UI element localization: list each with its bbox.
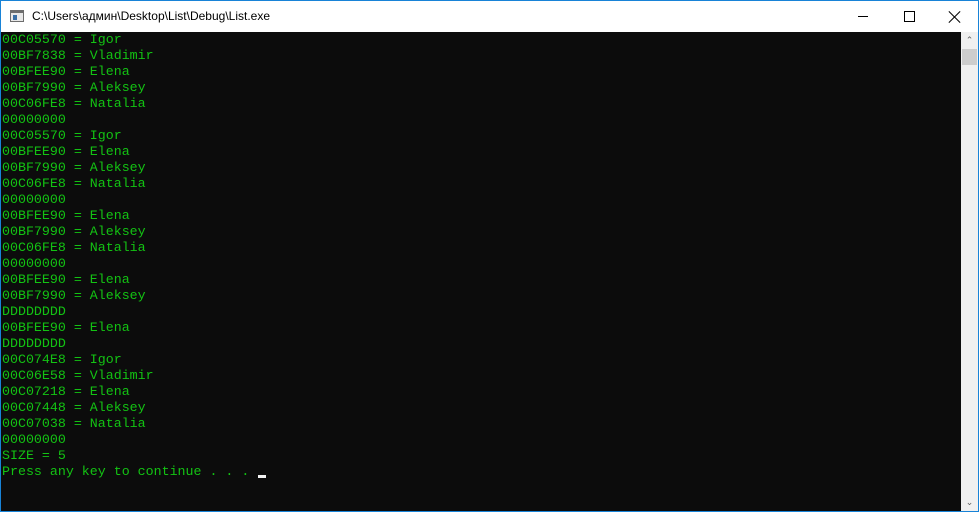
console-line: 00BF7990 = Aleksey <box>2 224 146 239</box>
minimize-icon <box>858 16 868 17</box>
text-cursor <box>258 475 267 478</box>
maximize-button[interactable] <box>886 1 932 32</box>
console-line: Press any key to continue . . . <box>1 464 961 480</box>
console-line: 00BF7838 = Vladimir <box>2 48 154 63</box>
window-title: C:\Users\админ\Desktop\List\Debug\List.e… <box>32 9 271 23</box>
close-icon <box>949 11 961 23</box>
console-line: 00C06FE8 = Natalia <box>2 240 146 255</box>
console-line: 00C05570 = Igor <box>2 32 122 47</box>
console-line: SIZE = 5 <box>2 448 66 463</box>
console-line: 00BFEE90 = Elena <box>2 320 130 335</box>
console-line: 00C07448 = Aleksey <box>2 400 146 415</box>
console-line: 00BFEE90 = Elena <box>2 64 130 79</box>
console-line: DDDDDDDD <box>2 336 66 351</box>
maximize-icon <box>903 11 915 22</box>
console-line: 00BF7990 = Aleksey <box>2 160 146 175</box>
console-line: 00C06E58 = Vladimir <box>2 368 154 383</box>
close-button[interactable] <box>932 1 978 32</box>
title-bar[interactable]: C:\Users\админ\Desktop\List\Debug\List.e… <box>1 1 978 32</box>
chevron-up-icon: ⌃ <box>965 35 974 45</box>
chevron-down-icon: ⌄ <box>965 497 974 507</box>
console-line: 00000000 <box>2 432 66 447</box>
console-line: 00C07218 = Elena <box>2 384 130 399</box>
console-output[interactable]: 00C05570 = Igor 00BF7838 = Vladimir 00BFEE… <box>1 32 961 511</box>
console-line: 00BFEE90 = Elena <box>2 272 130 287</box>
console-line: 00C06FE8 = Natalia <box>2 176 146 191</box>
console-line: 00000000 <box>2 112 66 127</box>
console-line: 00BF7990 = Aleksey <box>2 80 146 95</box>
console-line: 00C05570 = Igor <box>2 128 122 143</box>
minimize-button[interactable] <box>840 1 886 32</box>
scrollbar-thumb[interactable] <box>962 49 977 65</box>
console-line: 00BF7990 = Aleksey <box>2 288 146 303</box>
console-line: 00C074E8 = Igor <box>2 352 122 367</box>
console-line: 00BFEE90 = Elena <box>2 144 130 159</box>
console-app-icon[interactable] <box>10 10 24 22</box>
vertical-scrollbar[interactable]: ⌃ ⌄ <box>961 32 978 511</box>
scroll-down-button[interactable]: ⌄ <box>961 494 978 511</box>
console-line: DDDDDDDD <box>2 304 66 319</box>
console-line: 00C07038 = Natalia <box>2 416 146 431</box>
console-line: 00000000 <box>2 192 66 207</box>
console-line: 00BFEE90 = Elena <box>2 208 130 223</box>
scroll-up-button[interactable]: ⌃ <box>961 32 978 49</box>
console-line: 00000000 <box>2 256 66 271</box>
console-line: 00C06FE8 = Natalia <box>2 96 146 111</box>
console-window: C:\Users\админ\Desktop\List\Debug\List.e… <box>0 0 979 512</box>
